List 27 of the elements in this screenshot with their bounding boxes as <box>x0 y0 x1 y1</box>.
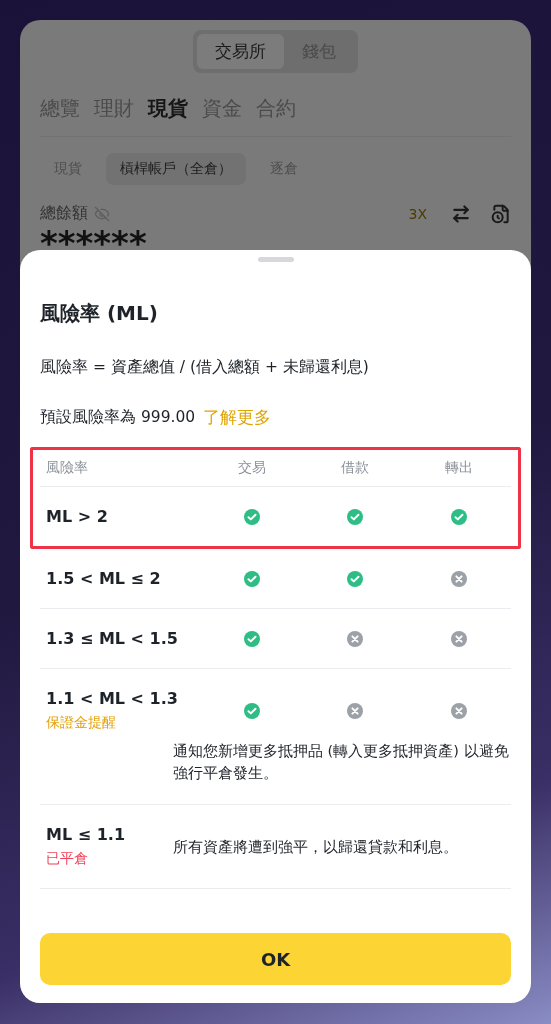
leverage-label: 3X <box>408 205 427 222</box>
note-text: 通知您新增更多抵押品 (轉入更多抵押資產) 以避免強行平倉發生。 <box>172 742 510 783</box>
drag-handle[interactable] <box>257 257 294 262</box>
default-ratio-text: 預設風險率為 999.00 <box>40 407 196 428</box>
segment-button[interactable]: 交易所 <box>197 34 284 69</box>
ok-button[interactable]: OK <box>40 933 511 985</box>
document-clock-icon[interactable] <box>491 203 511 224</box>
formula-text: 風險率 = 資產總值 / (借入總額 + 未歸還利息) <box>40 357 370 378</box>
sheet-title: 風險率 (ML) <box>40 300 159 327</box>
tab[interactable]: 現貨 <box>148 95 188 122</box>
balance-label: 總餘額 <box>40 203 88 224</box>
risk-range-label: 1.5 < ML ≤ 2 <box>45 569 162 588</box>
column-header: 風險率 <box>45 459 88 477</box>
risk-range-label: ML > 2 <box>45 507 109 526</box>
column-header: 交易 <box>237 459 266 477</box>
status-label: 保證金提醒 <box>45 714 117 732</box>
risk-range-label: 1.3 ≤ ML < 1.5 <box>45 629 179 648</box>
learn-more-link[interactable]: 了解更多 <box>203 406 272 429</box>
risk-range-label: 1.1 < ML < 1.3 <box>45 689 179 708</box>
note-text: 所有資產將遭到強平，以歸還貸款和利息。 <box>173 837 459 857</box>
account-tab[interactable]: 槓桿帳戶（全倉） <box>106 153 246 185</box>
column-header: 轉出 <box>445 459 474 477</box>
hidden-balance: ****** <box>40 228 148 250</box>
column-header: 借款 <box>341 459 370 477</box>
status-label: 已平倉 <box>45 850 89 868</box>
swap-icon[interactable] <box>451 203 471 224</box>
risk-range-label: ML ≤ 1.1 <box>45 825 126 844</box>
